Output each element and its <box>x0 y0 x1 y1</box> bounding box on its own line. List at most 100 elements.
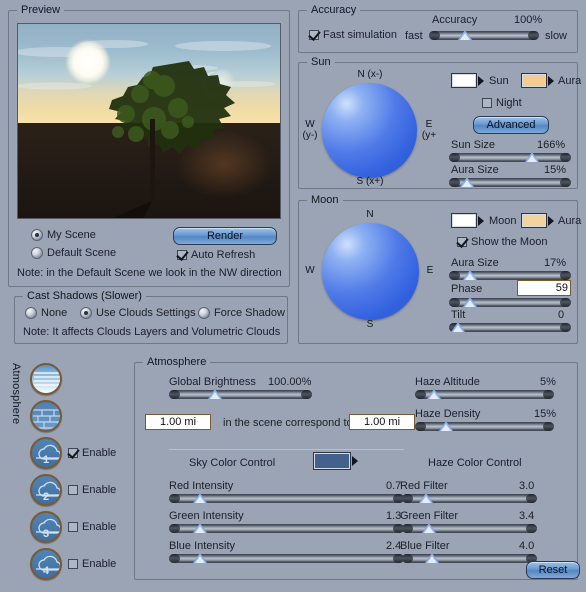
slider-thumb[interactable] <box>438 421 453 431</box>
slider-thumb[interactable] <box>462 270 477 280</box>
cloud-layer-3-icon[interactable]: 3 <box>30 510 62 543</box>
radio-shadow-force-dot <box>198 307 210 319</box>
layer-2-enable-label: Enable <box>82 483 117 496</box>
cast-shadows-legend: Cast Shadows (Slower) <box>23 290 146 302</box>
cloud-layer-4-icon[interactable]: 4 <box>30 547 62 580</box>
sun-compass-n: N (x-) <box>357 69 383 80</box>
cloud-layer-1-icon[interactable]: 1 <box>30 436 62 469</box>
sun-aura-color-swatch[interactable] <box>521 73 554 88</box>
sun-color-swatch[interactable] <box>451 73 484 88</box>
advanced-button[interactable]: Advanced <box>473 116 549 134</box>
preview-panel: Preview My Scene Default Scene Render Au… <box>8 4 290 287</box>
slider-thumb[interactable] <box>207 389 222 399</box>
slider-cap-right <box>543 422 554 431</box>
slider-thumb[interactable] <box>450 322 465 332</box>
moon-phase-slider[interactable] <box>449 297 571 308</box>
green-filter-slider[interactable] <box>402 523 537 534</box>
slider-thumb[interactable] <box>458 30 473 40</box>
haze-altitude-slider[interactable] <box>415 389 554 400</box>
slider-cap-left <box>415 390 426 399</box>
sky-color-swatch[interactable] <box>313 452 358 470</box>
reset-button[interactable]: Reset <box>526 561 580 579</box>
cast-shadows-panel: Cast Shadows (Slower) None Use Clouds Se… <box>14 290 288 344</box>
radio-default-scene[interactable]: Default Scene <box>31 247 116 259</box>
layer-1-enable-checkbox[interactable]: Enable <box>68 447 116 459</box>
red-intensity-label: Red Intensity <box>169 480 234 492</box>
slider-cap-right <box>543 390 554 399</box>
accuracy-min-label: fast <box>405 30 423 42</box>
fast-simulation-checkbox[interactable]: Fast simulation <box>309 29 397 41</box>
layer-2-enable-checkbox[interactable]: Enable <box>68 484 116 496</box>
haze-density-slider[interactable] <box>415 421 554 432</box>
layer-3-enable-checkbox[interactable]: Enable <box>68 521 116 533</box>
scale-from-field[interactable]: 1.00 mi <box>145 414 211 430</box>
layer-1-enable-box <box>68 447 78 458</box>
moon-compass-w: W <box>305 265 315 276</box>
moon-phase-field[interactable]: 59 <box>517 280 571 296</box>
radio-shadow-use-clouds[interactable]: Use Clouds Settings <box>80 307 196 319</box>
atmosphere-layer-row[interactable]: 2 Enable <box>30 471 130 508</box>
layer-4-enable-label: Enable <box>82 557 117 570</box>
radio-shadow-force-label: Force Shadow <box>214 307 285 319</box>
slider-thumb[interactable] <box>419 493 434 503</box>
moon-color-swatch[interactable] <box>451 213 484 228</box>
sun-color-chip <box>451 73 477 88</box>
night-checkbox[interactable]: Night <box>482 97 522 109</box>
accuracy-max-label: slow <box>545 30 568 42</box>
sun-direction-sphere[interactable] <box>322 83 417 178</box>
auto-refresh-checkbox[interactable]: Auto Refresh <box>177 249 255 261</box>
slider-thumb[interactable] <box>460 177 475 187</box>
slider-thumb[interactable] <box>192 523 207 533</box>
accuracy-slider[interactable] <box>429 30 539 41</box>
render-button[interactable]: Render <box>173 227 277 245</box>
blue-filter-slider[interactable] <box>402 553 537 564</box>
radio-shadow-force[interactable]: Force Shadow <box>198 307 285 319</box>
sun-size-slider[interactable] <box>449 152 571 163</box>
atmosphere-layer-ground[interactable] <box>30 397 130 434</box>
cloud-layer-2-icon[interactable]: 2 <box>30 473 62 506</box>
sun-compass-s: S (x+) <box>356 176 384 187</box>
moon-direction-sphere[interactable] <box>322 223 419 320</box>
radio-my-scene-label: My Scene <box>47 229 96 241</box>
sun-aura-size-slider[interactable] <box>449 177 571 188</box>
atmosphere-layer-row[interactable]: 4 Enable <box>30 545 130 582</box>
show-the-moon-checkbox[interactable]: Show the Moon <box>457 236 547 248</box>
moon-tilt-slider[interactable] <box>449 322 571 333</box>
show-the-moon-label: Show the Moon <box>471 236 548 248</box>
slider-thumb[interactable] <box>422 523 436 533</box>
cast-shadows-note: Note: It affects Clouds Layers and Volum… <box>23 326 281 338</box>
night-label: Night <box>496 97 522 109</box>
haze-bricks-icon <box>30 399 62 432</box>
sun-aura-color-label: Aura <box>558 75 582 87</box>
accuracy-slider-caption: Accuracy <box>432 14 478 26</box>
haze-altitude-label: Haze Altitude <box>415 376 480 388</box>
slider-cap-right <box>560 323 571 332</box>
radio-my-scene[interactable]: My Scene <box>31 229 96 241</box>
radio-shadow-none[interactable]: None <box>25 307 67 319</box>
slider-track <box>169 390 312 399</box>
blue-intensity-slider[interactable] <box>169 553 404 564</box>
red-intensity-slider[interactable] <box>169 493 404 504</box>
slider-thumb[interactable] <box>192 553 207 563</box>
preview-viewport[interactable] <box>17 23 281 219</box>
red-filter-slider[interactable] <box>402 493 537 504</box>
layer-3-enable-label: Enable <box>82 520 117 533</box>
slider-thumb[interactable] <box>462 297 477 307</box>
slider-cap-left <box>169 494 180 503</box>
slider-thumb[interactable] <box>524 152 539 162</box>
global-brightness-slider[interactable] <box>169 389 312 400</box>
scale-to-field[interactable]: 1.00 mi <box>349 414 415 430</box>
moon-aura-color-swatch[interactable] <box>521 213 554 228</box>
sun-panel: Sun N (x-) S (x+) W (y-) E (y+ Sun Aura … <box>298 56 582 189</box>
green-intensity-slider[interactable] <box>169 523 404 534</box>
layer-4-enable-checkbox[interactable]: Enable <box>68 558 116 570</box>
atmosphere-layer-row[interactable]: 1 Enable <box>30 434 130 471</box>
atmosphere-layer-row[interactable]: 3 Enable <box>30 508 130 545</box>
slider-thumb[interactable] <box>427 389 442 399</box>
slider-track <box>415 422 554 431</box>
slider-thumb[interactable] <box>192 493 207 503</box>
atmosphere-layer-sky[interactable] <box>30 360 130 397</box>
sun-aura-color-chip <box>521 73 547 88</box>
moon-color-arrow-icon <box>478 215 484 226</box>
slider-thumb[interactable] <box>424 553 439 563</box>
